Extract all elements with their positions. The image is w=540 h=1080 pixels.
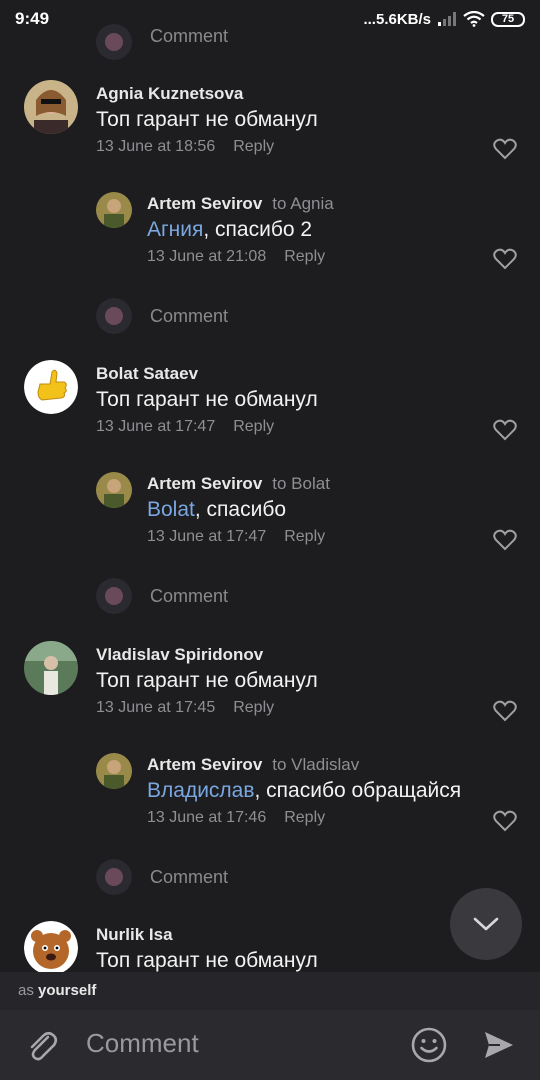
avatar[interactable] (96, 192, 132, 228)
comments-feed[interactable]: Comment Agnia Kuznetsova Топ гарант не о… (0, 0, 540, 972)
comment-text: Топ гарант не обманул (96, 949, 318, 972)
comment-author[interactable]: Vladislav Spiridonov (96, 645, 263, 665)
post-as-selector[interactable]: as yourself (0, 972, 540, 1010)
reply-date: 13 June at 21:08 (147, 248, 267, 265)
avatar[interactable] (24, 921, 78, 972)
battery-indicator: 75 (491, 11, 525, 27)
reply-button[interactable]: Reply (284, 809, 325, 826)
avatar[interactable] (24, 360, 78, 414)
status-time: 9:49 (15, 9, 50, 28)
heart-icon[interactable] (493, 810, 517, 832)
reply-text: Агния, спасибо 2 (147, 218, 313, 241)
heart-icon[interactable] (493, 700, 517, 722)
reply-button[interactable]: Reply (233, 418, 274, 435)
signal-icon (438, 12, 456, 26)
comment-meta: 13 June at 17:45 Reply (96, 699, 274, 717)
chevron-down-icon (473, 917, 499, 931)
heart-icon[interactable] (493, 138, 517, 160)
comment-meta: 13 June at 17:47 Reply (96, 418, 274, 436)
comment-date: 13 June at 18:56 (96, 138, 216, 155)
reply-target: to Vladislav (272, 755, 360, 774)
heart-icon[interactable] (493, 529, 517, 551)
avatar[interactable] (96, 753, 132, 789)
reply-target: to Agnia (272, 194, 334, 213)
comment-input[interactable]: Comment (86, 1028, 199, 1059)
heart-icon[interactable] (493, 248, 517, 270)
reply-text: Владислав, спасибо обращайся (147, 779, 462, 802)
reply-author[interactable]: Artem Sevirov to Agnia (147, 194, 334, 214)
comment-link[interactable]: Comment (150, 586, 228, 607)
mention-link[interactable]: Bolat (147, 498, 195, 521)
reply-button[interactable]: Reply (233, 699, 274, 716)
reply-text: Bolat, спасибо (147, 498, 287, 521)
self-avatar (96, 859, 132, 895)
mention-link[interactable]: Агния (147, 218, 203, 241)
reply-date: 13 June at 17:47 (147, 528, 267, 545)
comment-date: 13 June at 17:45 (96, 699, 216, 716)
network-speed: ...5.6KB/s (363, 10, 431, 28)
reply-meta: 13 June at 17:46 Reply (147, 809, 325, 827)
self-avatar (96, 298, 132, 334)
scroll-down-button[interactable] (450, 888, 522, 960)
reply-author[interactable]: Artem Sevirov to Vladislav (147, 755, 359, 775)
comment-author[interactable]: Agnia Kuznetsova (96, 84, 243, 104)
smile-icon[interactable] (410, 1026, 448, 1064)
send-icon[interactable] (482, 1028, 516, 1062)
reply-meta: 13 June at 17:47 Reply (147, 528, 325, 546)
comment-meta: 13 June at 18:56 Reply (96, 138, 274, 156)
heart-icon[interactable] (493, 419, 517, 441)
comment-text: Топ гарант не обманул (96, 108, 318, 131)
reply-button[interactable]: Reply (233, 138, 274, 155)
comment-date: 13 June at 17:47 (96, 418, 216, 435)
comment-text: Топ гарант не обманул (96, 388, 318, 411)
reply-author[interactable]: Artem Sevirov to Bolat (147, 474, 330, 494)
paperclip-icon[interactable] (24, 1028, 60, 1064)
reply-date: 13 June at 17:46 (147, 809, 267, 826)
status-bar: 9:49 ...5.6KB/s 75 (0, 0, 540, 38)
avatar[interactable] (96, 472, 132, 508)
self-avatar (96, 578, 132, 614)
comment-author[interactable]: Bolat Sataev (96, 364, 198, 384)
reply-target: to Bolat (272, 474, 330, 493)
post-as-value: yourself (38, 982, 97, 999)
post-as-prefix: as (18, 982, 39, 999)
wifi-icon (463, 11, 485, 27)
comment-text: Топ гарант не обманул (96, 669, 318, 692)
status-indicators: ...5.6KB/s 75 (363, 11, 525, 28)
reply-button[interactable]: Reply (284, 248, 325, 265)
avatar[interactable] (24, 641, 78, 695)
avatar[interactable] (24, 80, 78, 134)
mention-link[interactable]: Владислав (147, 779, 255, 802)
reply-meta: 13 June at 21:08 Reply (147, 248, 325, 266)
reply-button[interactable]: Reply (284, 528, 325, 545)
comment-link[interactable]: Comment (150, 867, 228, 888)
comment-author[interactable]: Nurlik Isa (96, 925, 173, 945)
comment-composer: Comment (0, 1010, 540, 1080)
comment-link[interactable]: Comment (150, 306, 228, 327)
